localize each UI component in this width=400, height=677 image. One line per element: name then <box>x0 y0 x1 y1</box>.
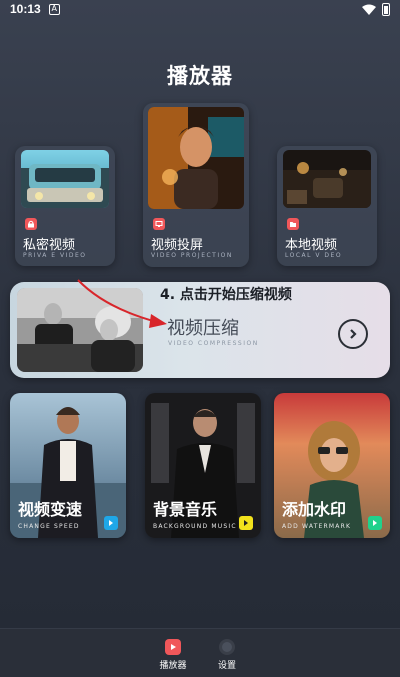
battery-icon <box>382 2 390 16</box>
play-icon <box>165 639 181 655</box>
folder-icon <box>287 218 299 230</box>
chevron-right-icon <box>350 329 357 339</box>
private-video-card[interactable]: 私密视频 PRIVA E VIDEO <box>15 146 115 266</box>
private-video-sub: PRIVA E VIDEO <box>23 252 87 259</box>
private-video-label: 私密视频 <box>23 238 76 253</box>
change-speed-label: 视频变速 <box>18 500 83 519</box>
tab-player-label: 播放器 <box>159 661 187 671</box>
background-music-go-icon[interactable] <box>239 516 253 530</box>
background-music-sub: BACKGROUND MUSIC <box>153 523 237 530</box>
lock-icon <box>25 218 37 230</box>
local-video-sub: LOCAL V DEO <box>285 252 343 259</box>
video-compression-sub: VIDEO COMPRESSION <box>168 340 259 347</box>
add-watermark-label: 添加水印 <box>282 500 347 519</box>
change-speed-go-icon[interactable] <box>104 516 118 530</box>
video-projection-card[interactable]: 视频投屏 VIDEO PROJECTION <box>143 103 249 267</box>
background-music-card[interactable]: 背景音乐 BACKGROUND MUSIC <box>145 393 261 538</box>
tab-player[interactable]: 播放器 <box>153 639 193 671</box>
tab-settings-label: 设置 <box>217 661 236 671</box>
status-time: 10:13 <box>10 2 41 16</box>
notification-icon: A <box>48 3 60 15</box>
local-video-card[interactable]: 本地视频 LOCAL V DEO <box>277 146 377 266</box>
tab-settings[interactable]: 设置 <box>207 639 247 671</box>
change-speed-card[interactable]: 视频变速 CHANGE SPEED <box>10 393 126 538</box>
add-watermark-go-icon[interactable] <box>368 516 382 530</box>
local-video-thumbnail <box>283 150 371 208</box>
change-speed-sub: CHANGE SPEED <box>18 523 80 530</box>
instruction-text: 4. 点击开始压缩视频 <box>160 287 292 303</box>
video-projection-sub: VIDEO PROJECTION <box>151 252 233 259</box>
cast-icon <box>153 218 165 230</box>
settings-icon <box>219 639 235 655</box>
bottom-tab-bar: 播放器 设置 <box>0 628 400 677</box>
page-title: 播放器 <box>167 64 233 88</box>
status-bar: 10:13 A <box>0 0 400 18</box>
local-video-label: 本地视频 <box>285 238 338 253</box>
background-music-label: 背景音乐 <box>153 500 218 519</box>
video-projection-label: 视频投屏 <box>151 238 204 253</box>
video-compression-label: 视频压缩 <box>167 318 239 339</box>
add-watermark-card[interactable]: 添加水印 ADD WATERMARK <box>274 393 390 538</box>
annotation-arrow-icon <box>77 279 167 328</box>
private-video-thumbnail <box>21 150 109 208</box>
wifi-icon <box>362 4 376 15</box>
video-projection-thumbnail <box>148 107 244 209</box>
add-watermark-sub: ADD WATERMARK <box>282 523 352 530</box>
video-compression-go-button[interactable] <box>338 319 368 349</box>
